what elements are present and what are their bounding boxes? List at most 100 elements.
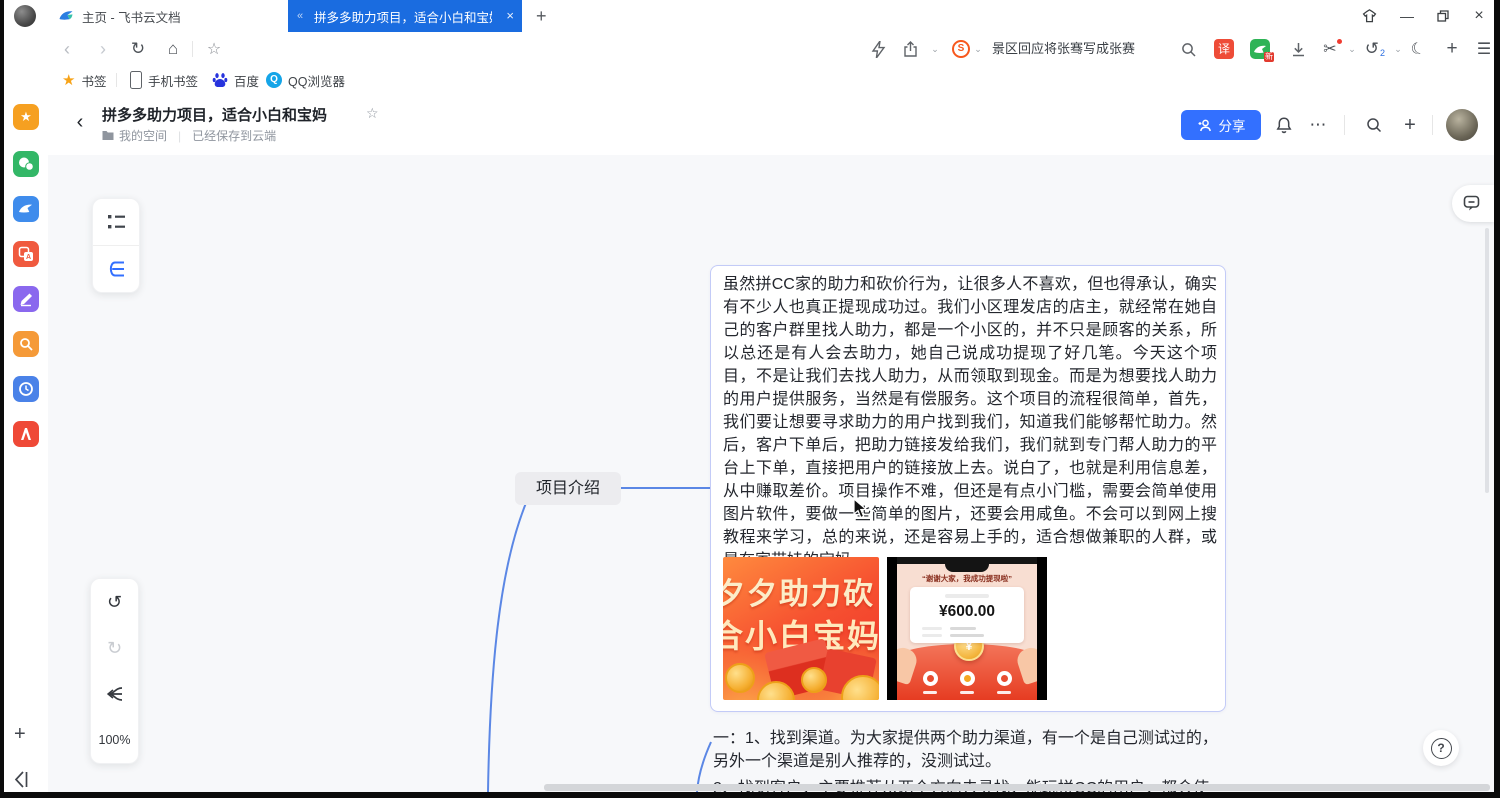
- child-paragraph-1: 一：1、找到渠道。为大家提供两个助力渠道，有一个是自己测试过的，另外一个渠道是别…: [713, 727, 1221, 773]
- gold-coin: [801, 667, 827, 693]
- redo-button[interactable]: ↻: [91, 625, 138, 671]
- phone-screen: “谢谢大家，我成功提现啦” ¥ ¥600.00: [897, 557, 1037, 700]
- new-tab-button[interactable]: +: [536, 0, 547, 32]
- share-label: 分享: [1219, 115, 1246, 135]
- lightning-icon[interactable]: [866, 37, 890, 61]
- bookmark-label: 手机书签: [148, 71, 198, 90]
- dark-mode-moon-icon[interactable]: ☾: [1403, 34, 1432, 63]
- bookmark-baidu-item[interactable]: 百度: [212, 66, 259, 94]
- text-blur-bar: [922, 627, 942, 630]
- vertical-scrollbar[interactable]: [1485, 228, 1489, 493]
- canvas-tools-panel: ↺ ↻ 100%: [90, 578, 139, 764]
- translate-app-icon[interactable]: A: [13, 241, 39, 267]
- add-node-button[interactable]: +: [14, 723, 26, 746]
- doc-star-icon[interactable]: ☆: [366, 105, 379, 122]
- meta-divider: |: [178, 129, 181, 143]
- undo-count: 2: [1380, 48, 1385, 58]
- doc-search-icon[interactable]: [1360, 111, 1388, 139]
- doc-space-link[interactable]: 我的空间: [119, 127, 167, 144]
- search-app-icon[interactable]: [13, 331, 39, 357]
- user-avatar[interactable]: [1446, 109, 1478, 141]
- undo-button[interactable]: ↺: [91, 579, 138, 625]
- star-filled-icon: ★: [62, 71, 75, 89]
- mindmap-node-detail[interactable]: 虽然拼CC家的助力和砍价行为，让很多人不喜欢，但也得承认，确实有不少人也真正提现…: [710, 265, 1226, 712]
- bookmark-folder-item[interactable]: ★ 书签: [62, 66, 106, 94]
- browser-profile-avatar[interactable]: [14, 5, 36, 27]
- tab-active-doc[interactable]: « 拼多多助力项目，适合小白和宝妈 - ×: [288, 0, 522, 32]
- tab-feishu-home[interactable]: 主页 - 飞书云文档: [44, 0, 288, 32]
- folder-icon: [102, 130, 114, 141]
- channel-label-bar: [960, 691, 974, 694]
- tab-title: 拼多多助力项目，适合小白和宝妈 -: [314, 7, 492, 26]
- comment-icon: [1463, 195, 1480, 212]
- qq-browser-icon: Q: [266, 72, 282, 88]
- search-icon[interactable]: [1176, 37, 1200, 61]
- mindmap-node-child[interactable]: 一：1、找到渠道。为大家提供两个助力渠道，有一个是自己测试过的，另外一个渠道是别…: [713, 727, 1221, 792]
- sogou-caret-icon[interactable]: ⌄: [972, 37, 984, 61]
- green-extension-icon[interactable]: 新: [1250, 39, 1270, 59]
- share-caret-icon[interactable]: ⌄: [923, 37, 947, 61]
- minimize-button[interactable]: —: [1394, 0, 1420, 32]
- close-window-button[interactable]: ×: [1466, 0, 1492, 32]
- share-out-icon[interactable]: [898, 37, 922, 61]
- sogou-logo-icon[interactable]: S: [952, 40, 970, 58]
- tab-close-icon[interactable]: ×: [506, 0, 514, 32]
- favorite-star-icon[interactable]: ☆: [202, 37, 226, 61]
- phone-bezel: [897, 557, 1037, 564]
- doc-add-button[interactable]: +: [1396, 111, 1424, 139]
- withdraw-amount: ¥600.00: [910, 603, 1024, 621]
- collapse-sidebar-button[interactable]: [13, 770, 30, 792]
- download-icon[interactable]: [1286, 37, 1310, 61]
- bookmark-qq-item[interactable]: Q QQ浏览器: [266, 66, 345, 94]
- bookmark-label: QQ浏览器: [288, 71, 345, 90]
- view-switch-panel: [92, 198, 140, 293]
- help-button[interactable]: ?: [1423, 730, 1459, 766]
- outline-view-icon: [107, 213, 126, 231]
- help-icon: ?: [1431, 738, 1452, 759]
- adobe-pdf-icon[interactable]: [13, 421, 39, 447]
- home-button[interactable]: ⌂: [161, 37, 185, 61]
- favorites-star-icon[interactable]: ★: [13, 104, 39, 130]
- forward-button[interactable]: ›: [91, 37, 115, 61]
- bookmarks-bar: ★ 书签 手机书签 百度 Q QQ浏览器: [4, 66, 1494, 95]
- channel-label-bar: [923, 691, 937, 694]
- baidu-paw-icon: [212, 72, 228, 88]
- history-clock-icon[interactable]: [13, 376, 39, 402]
- withdraw-quote: “谢谢大家，我成功提现啦”: [897, 573, 1037, 584]
- translate-icon[interactable]: 译: [1214, 39, 1234, 59]
- svg-text:A: A: [26, 254, 31, 261]
- notes-pen-icon[interactable]: [13, 286, 39, 312]
- notifications-bell-icon[interactable]: [1270, 111, 1298, 139]
- more-options-button[interactable]: ⋯: [1304, 111, 1332, 139]
- channel-label-bar: [997, 691, 1011, 694]
- bookmark-phone-item[interactable]: 手机书签: [130, 66, 198, 94]
- mindmap-node-topic[interactable]: 项目介绍: [515, 472, 621, 505]
- doc-header: ‹ 拼多多助力项目，适合小白和宝妈 ☆ 我的空间 | 已经保存到云端 分享 ⋯ …: [48, 94, 1494, 155]
- restore-button[interactable]: [1430, 0, 1456, 32]
- horizontal-scrollbar[interactable]: [544, 784, 1490, 791]
- collapse-branch-button[interactable]: [91, 671, 138, 717]
- theme-shirt-icon[interactable]: [1356, 0, 1382, 32]
- share-button[interactable]: 分享: [1181, 110, 1261, 140]
- save-status: 已经保存到云端: [192, 127, 276, 144]
- wechat-icon[interactable]: [13, 151, 39, 177]
- comment-pill[interactable]: [1452, 185, 1494, 222]
- tab-back-icon: «: [297, 10, 303, 22]
- extensions-sidebar: ★ A: [4, 94, 48, 792]
- zoom-level[interactable]: 100%: [91, 717, 138, 763]
- outline-view-button[interactable]: [93, 199, 139, 245]
- menu-icon[interactable]: ☰: [1472, 37, 1494, 61]
- bird-share-icon[interactable]: [13, 196, 39, 222]
- doc-meta: 我的空间 | 已经保存到云端: [102, 127, 276, 144]
- refresh-button[interactable]: ↻: [126, 37, 150, 61]
- toolbar-add-icon[interactable]: +: [1440, 37, 1464, 61]
- text-blur-bar: [945, 594, 989, 598]
- promo-image[interactable]: 夕夕助力砍 合小白宝妈: [723, 557, 879, 700]
- text-blur-bar: [950, 634, 984, 637]
- withdraw-screenshot-image[interactable]: “谢谢大家，我成功提现啦” ¥ ¥600.00: [887, 557, 1047, 700]
- back-button[interactable]: ‹: [55, 37, 79, 61]
- share-person-icon: [1197, 118, 1213, 133]
- doc-back-button[interactable]: ‹: [66, 108, 94, 136]
- hot-search-text[interactable]: 景区回应将张骞写成张赛: [992, 32, 1135, 66]
- mindmap-view-button[interactable]: [93, 246, 139, 292]
